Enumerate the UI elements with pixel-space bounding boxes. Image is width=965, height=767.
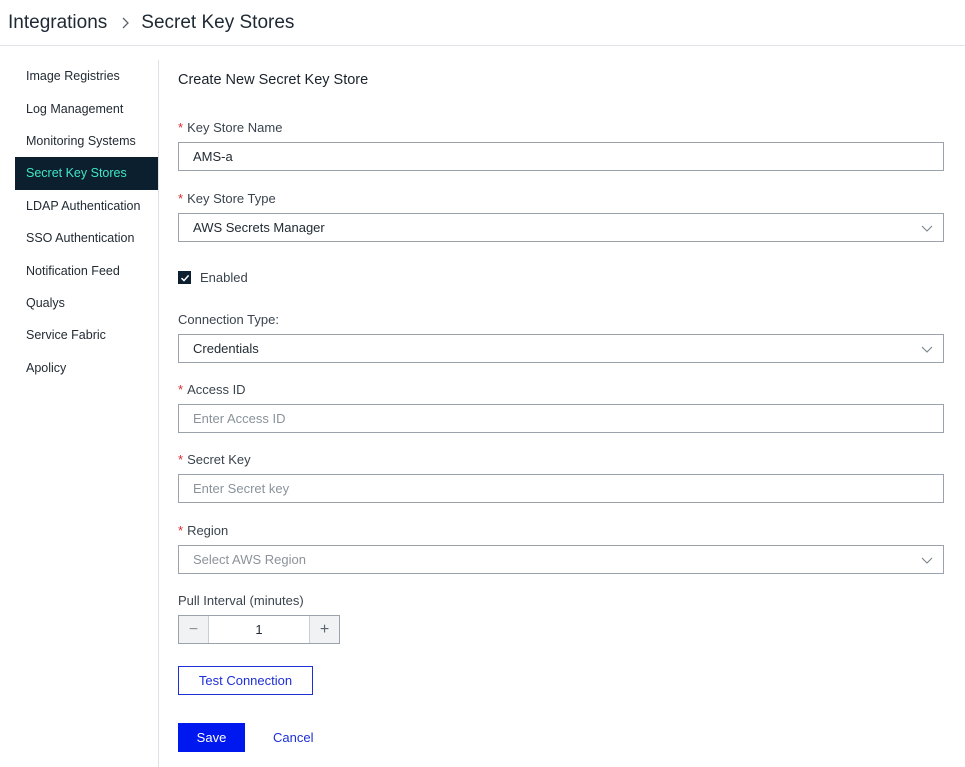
required-marker: * (178, 382, 184, 397)
increment-button[interactable]: + (309, 616, 339, 643)
sidebar-item-monitoring-systems[interactable]: Monitoring Systems (15, 125, 158, 157)
pull-interval-input[interactable]: 1 (209, 616, 309, 643)
checkmark-icon (180, 274, 189, 282)
sidebar-item-notification-feed[interactable]: Notification Feed (15, 254, 158, 286)
sidebar-item-log-management[interactable]: Log Management (15, 92, 158, 124)
key-store-name-label: * Key Store Name (178, 120, 283, 135)
access-id-label: * Access ID (178, 382, 246, 397)
sidebar-item-ldap-authentication[interactable]: LDAP Authentication (15, 190, 158, 222)
breadcrumb: Integrations Secret Key Stores (0, 0, 965, 46)
key-store-type-select[interactable]: AWS Secrets Manager (178, 213, 944, 242)
save-button[interactable]: Save (178, 723, 245, 752)
secret-key-input[interactable]: Enter Secret key (178, 474, 944, 503)
enabled-checkbox-row[interactable]: Enabled (178, 270, 248, 285)
key-store-name-value: AMS-a (193, 149, 233, 164)
sidebar-item-qualys[interactable]: Qualys (15, 287, 158, 319)
enabled-label: Enabled (200, 270, 248, 285)
sidebar-item-secret-key-stores[interactable]: Secret Key Stores (15, 157, 158, 190)
connection-type-select[interactable]: Credentials (178, 334, 944, 363)
required-marker: * (178, 120, 184, 135)
access-id-input[interactable]: Enter Access ID (178, 404, 944, 433)
key-store-type-value: AWS Secrets Manager (193, 220, 325, 235)
sidebar-item-apolicy[interactable]: Apolicy (15, 352, 158, 384)
region-label: * Region (178, 523, 229, 538)
enabled-checkbox[interactable] (178, 271, 191, 284)
pull-interval-stepper: − 1 + (178, 615, 340, 644)
chevron-down-icon (921, 225, 933, 232)
pull-interval-label: Pull Interval (minutes) (178, 593, 304, 608)
key-store-name-input[interactable]: AMS-a (178, 142, 944, 171)
required-marker: * (178, 523, 184, 538)
form-title: Create New Secret Key Store (178, 72, 369, 88)
sidebar-nav: Image Registries Log Management Monitori… (15, 60, 159, 767)
region-placeholder: Select AWS Region (193, 552, 306, 567)
sidebar-item-image-registries[interactable]: Image Registries (15, 60, 158, 92)
required-marker: * (178, 191, 184, 206)
secret-key-label: * Secret Key (178, 452, 251, 467)
required-marker: * (178, 452, 184, 467)
key-store-type-label: * Key Store Type (178, 191, 276, 206)
connection-type-value: Credentials (193, 341, 259, 356)
secret-key-placeholder: Enter Secret key (193, 481, 290, 496)
access-id-placeholder: Enter Access ID (193, 411, 286, 426)
chevron-down-icon (921, 346, 933, 353)
breadcrumb-parent[interactable]: Integrations (8, 12, 107, 34)
region-select[interactable]: Select AWS Region (178, 545, 944, 574)
decrement-button[interactable]: − (179, 616, 209, 643)
connection-type-label: Connection Type: (178, 312, 279, 327)
cancel-button[interactable]: Cancel (273, 723, 313, 752)
breadcrumb-current: Secret Key Stores (141, 11, 295, 33)
sidebar-item-sso-authentication[interactable]: SSO Authentication (15, 222, 158, 254)
chevron-right-icon (117, 15, 133, 31)
test-connection-button[interactable]: Test Connection (178, 666, 313, 695)
sidebar-item-service-fabric[interactable]: Service Fabric (15, 319, 158, 351)
chevron-down-icon (921, 557, 933, 564)
